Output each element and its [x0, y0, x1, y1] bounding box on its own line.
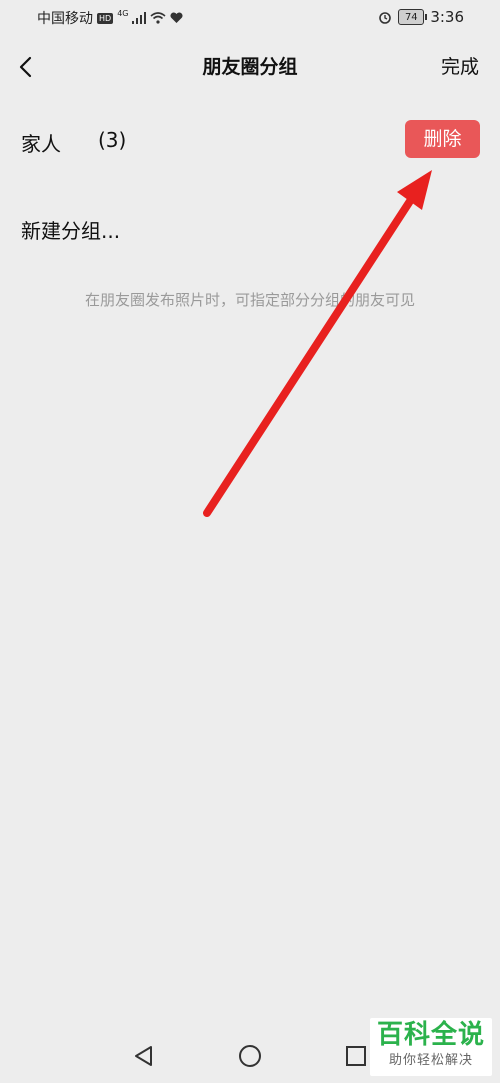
- watermark-title: 百科全说: [376, 1020, 485, 1050]
- system-home-button[interactable]: [237, 1043, 263, 1069]
- hint-text: 在朋友圈发布照片时，可指定部分分组的朋友可见: [84, 291, 415, 309]
- system-recents-button[interactable]: [343, 1043, 369, 1069]
- wifi-icon: [150, 12, 167, 24]
- delete-button[interactable]: 删除: [405, 120, 480, 158]
- signal-icon: [132, 12, 147, 24]
- nav-bar: 朋友圈分组 完成: [0, 34, 500, 98]
- circle-home-icon: [239, 1045, 261, 1067]
- status-left: 中国移动 HD 4G: [37, 8, 183, 28]
- group-count: (3): [98, 128, 127, 152]
- time-label: 3:36: [430, 8, 464, 26]
- status-right: 74 3:36: [378, 8, 464, 26]
- system-back-button[interactable]: [131, 1043, 157, 1069]
- network-label: 4G: [117, 8, 129, 18]
- new-group-button[interactable]: 新建分组...: [21, 215, 120, 244]
- alarm-icon: [379, 12, 392, 24]
- page-title: 朋友圈分组: [202, 56, 298, 78]
- triangle-back-icon: [135, 1046, 152, 1066]
- battery-icon: 74: [398, 9, 428, 25]
- group-row: 家人 (3) 删除: [0, 110, 500, 170]
- watermark-logo: 百科全说 助你轻松解决: [370, 1018, 492, 1076]
- status-bar: 中国移动 HD 4G 74 3:36: [0, 0, 500, 34]
- heart-icon: [170, 12, 183, 23]
- done-button[interactable]: 完成: [441, 52, 479, 79]
- carrier-label: 中国移动: [37, 11, 93, 27]
- hd-badge: HD: [97, 12, 114, 24]
- group-name: 家人: [21, 132, 61, 156]
- watermark-subtitle: 助你轻松解决: [388, 1053, 473, 1068]
- square-recents-icon: [346, 1046, 366, 1066]
